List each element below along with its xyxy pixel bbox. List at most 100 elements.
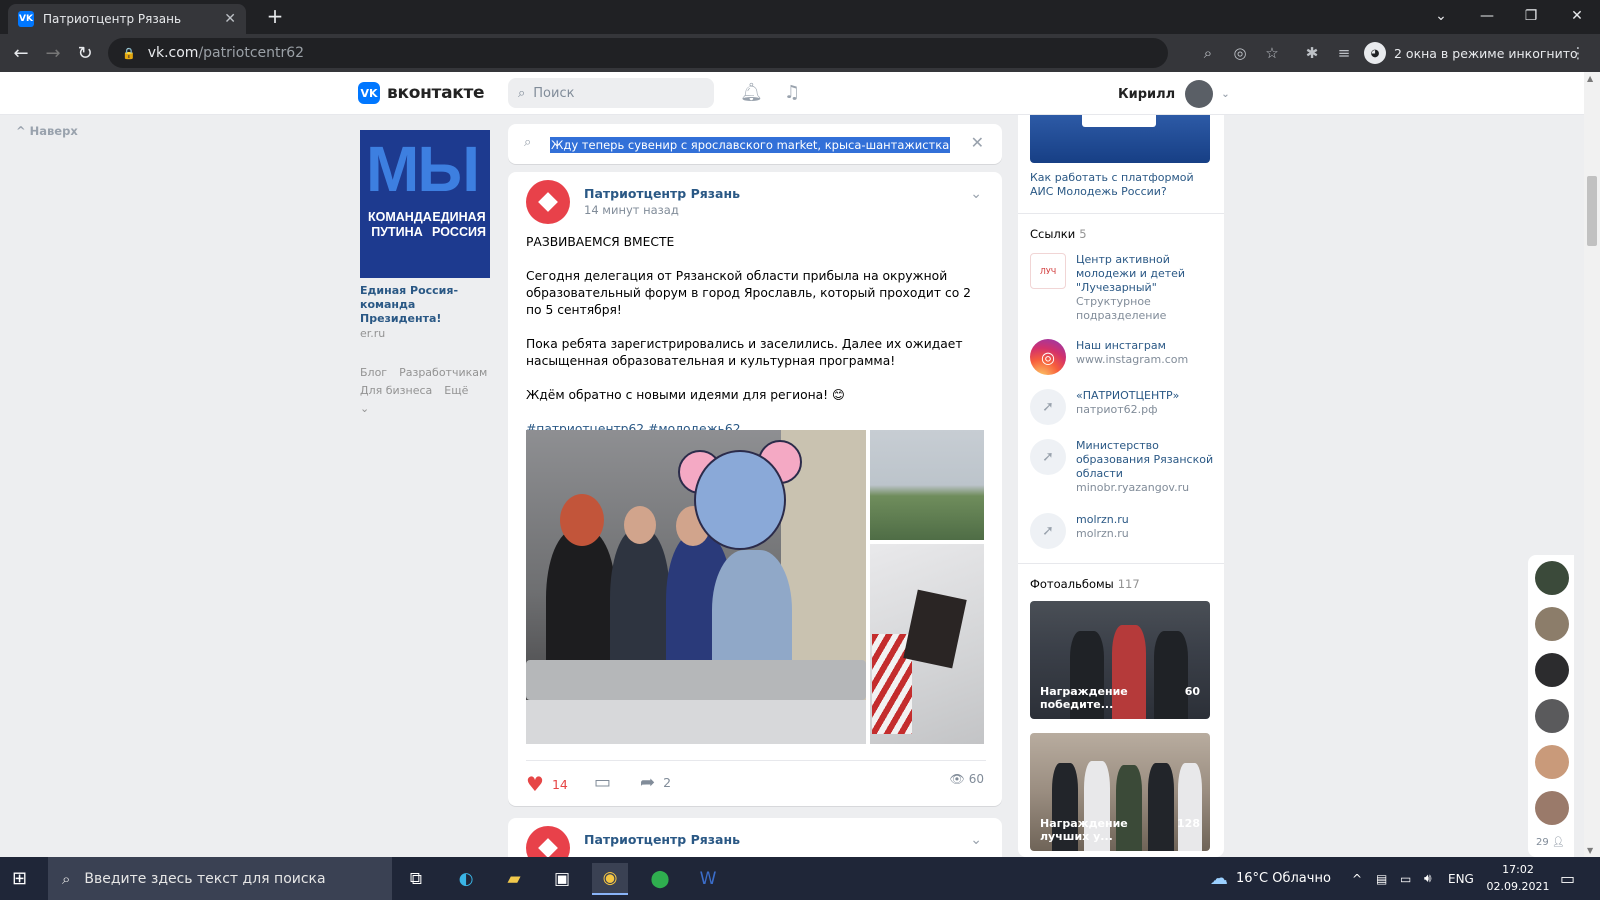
footer-link-business[interactable]: Для бизнеса [360, 384, 432, 397]
taskbar-search-input[interactable]: ⌕ Введите здесь текст для поиска [48, 857, 392, 900]
friends-online-panel: 29 👤︎ [1528, 555, 1574, 857]
incognito-indicator[interactable]: ◕ 2 окна в режиме инкогнито [1364, 38, 1578, 68]
tray-chevron-icon[interactable]: ^ [1352, 857, 1362, 900]
friend-avatar[interactable] [1535, 745, 1569, 779]
cloud-icon: ☁ [1210, 868, 1228, 889]
footer-link-developers[interactable]: Разработчикам [399, 366, 487, 379]
views-counter: 👁︎ 60 [949, 772, 984, 786]
new-tab-button[interactable]: + [262, 4, 288, 30]
minimize-button[interactable]: — [1464, 0, 1510, 32]
extensions-icon[interactable]: ✱ [1300, 40, 1324, 66]
page-scrollbar[interactable]: ▲ ▼ [1584, 72, 1600, 857]
footer-link-blog[interactable]: Блог [360, 366, 387, 379]
photo-album[interactable]: Награждение победите... 60 [1030, 601, 1210, 719]
file-explorer-icon[interactable]: ▰ [496, 863, 532, 895]
eye-icon: 👁︎ [949, 772, 965, 786]
share-button[interactable]: ➦ 2 [640, 772, 671, 793]
word-icon[interactable]: W [690, 863, 726, 895]
address-bar[interactable]: 🔒 vk.com/patriotcentr62 [108, 38, 1168, 68]
language-indicator[interactable]: ENG [1448, 857, 1474, 900]
notifications-icon[interactable]: ▭ [1560, 857, 1575, 900]
post-menu-chevron-icon[interactable]: ⌄ [970, 186, 982, 202]
photo-album[interactable]: Награждение лучших у... 128 [1030, 733, 1210, 851]
friends-online-count[interactable]: 29 👤︎ [1536, 837, 1565, 848]
close-window-button[interactable]: ✕ [1554, 0, 1600, 32]
network-icon[interactable]: ▤ [1376, 857, 1387, 900]
wall-search-box[interactable]: ⌕ Жду теперь сувенир с ярославского mark… [508, 124, 1002, 164]
albums-header[interactable]: Фотоальбомы 117 [1030, 577, 1140, 591]
views-count: 60 [968, 772, 984, 786]
windows-start-icon[interactable]: ⊞ [12, 868, 27, 889]
restore-button[interactable]: ❐ [1508, 0, 1554, 32]
reload-icon[interactable]: ↻ [72, 40, 98, 66]
footer-links: Блог Разработчикам Для бизнеса Ещё ⌄ [360, 364, 490, 418]
link-item[interactable]: ➚ Министерство образования Рязанской обл… [1030, 439, 1214, 495]
luchezarny-logo: ЛУЧ [1030, 253, 1066, 289]
link-item[interactable]: ➚ molrzn.ru molrzn.ru [1030, 513, 1214, 549]
weather-widget[interactable]: ☁ 16°C Облачно [1210, 857, 1331, 900]
album-count: 128 [1177, 817, 1200, 830]
ad-title[interactable]: Единая Россия-команда Президента! [360, 284, 490, 326]
notifications-bell-icon[interactable]: 🔔︎ [740, 82, 763, 103]
post-photo-souvenirs[interactable] [870, 544, 984, 744]
chrome-icon[interactable]: ◉ [592, 863, 628, 895]
vk-search-input[interactable]: ⌕ Поиск [508, 78, 714, 108]
scroll-down-arrow-icon[interactable]: ▼ [1587, 846, 1593, 855]
post-paragraph: Сегодня делегация от Рязанской области п… [526, 269, 971, 317]
links-header[interactable]: Ссылки 5 [1030, 227, 1087, 241]
reading-list-icon[interactable]: ≡ [1332, 40, 1356, 66]
post-author-avatar[interactable] [526, 180, 570, 224]
edge-icon[interactable]: ◐ [448, 863, 484, 895]
link-arrow-icon: ➚ [1030, 389, 1066, 425]
tracking-blocked-icon[interactable]: ◎ [1228, 40, 1252, 66]
comment-button[interactable]: ▭ [594, 772, 611, 793]
back-to-top-link[interactable]: ^ Наверх [16, 124, 78, 138]
vk-logo[interactable]: VK вконтакте [358, 82, 485, 104]
display-icon[interactable]: ▭ [1400, 857, 1411, 900]
ais-caption[interactable]: Как работать с платформой АИС Молодежь Р… [1030, 171, 1214, 199]
volume-icon[interactable]: 🔊︎ [1424, 857, 1432, 900]
ais-banner-image[interactable] [1030, 115, 1210, 163]
user-menu[interactable]: Кирилл ⌄ [1118, 80, 1230, 108]
ad-image[interactable]: МЫ КОМАНДА ПУТИНА ЕДИНАЯ РОССИЯ [360, 130, 490, 278]
wall-search-query[interactable]: Жду теперь сувенир с ярославского market… [550, 137, 951, 153]
scrollbar-thumb[interactable] [1587, 176, 1597, 246]
taskbar-clock[interactable]: 17:02 02.09.2021 [1486, 861, 1550, 895]
menu-icon[interactable]: ⋮ [1566, 40, 1590, 66]
link-title: molrzn.ru [1076, 513, 1129, 526]
ad-image-left-text: КОМАНДА ПУТИНА [368, 210, 432, 239]
music-icon[interactable]: ♫ [784, 82, 800, 103]
friend-avatar[interactable] [1535, 653, 1569, 687]
browser-tab[interactable]: VK Патриотцентр Рязань ✕ [8, 4, 246, 34]
friend-avatar[interactable] [1535, 699, 1569, 733]
close-tab-icon[interactable]: ✕ [224, 11, 236, 27]
user-avatar [1185, 80, 1214, 108]
language-label: ENG [1448, 871, 1474, 886]
link-item[interactable]: ◎ Наш инстаграм www.instagram.com [1030, 339, 1214, 375]
scroll-up-arrow-icon[interactable]: ▲ [1587, 74, 1593, 83]
post-author-name[interactable]: Патриотцентр Рязань [584, 186, 740, 201]
clock-time: 17:02 [1502, 863, 1534, 876]
back-icon[interactable]: ← [8, 40, 34, 66]
like-button[interactable]: ♥ 14 [526, 772, 568, 796]
friend-avatar[interactable] [1535, 791, 1569, 825]
friend-avatar[interactable] [1535, 607, 1569, 641]
task-view-icon[interactable]: ⧉ [398, 863, 434, 895]
post-photo-main[interactable] [526, 430, 866, 744]
bookmark-star-icon[interactable]: ☆ [1260, 40, 1284, 66]
clear-search-icon[interactable]: ✕ [971, 133, 984, 152]
link-item[interactable]: ЛУЧ Центр активной молодежи и детей "Луч… [1030, 253, 1214, 323]
store-icon[interactable]: ▣ [544, 863, 580, 895]
link-item[interactable]: ➚ «ПАТРИОТЦЕНТР» патриот62.рф [1030, 389, 1214, 425]
utorrent-icon[interactable]: ⬤ [642, 863, 678, 895]
post-author-name[interactable]: Патриотцентр Рязань [584, 832, 740, 847]
post-photo-city[interactable] [870, 430, 984, 540]
zoom-icon[interactable]: ⌕ [1196, 40, 1220, 66]
post-menu-chevron-icon[interactable]: ⌄ [970, 832, 982, 848]
album-title: Награждение победите... [1040, 685, 1128, 711]
tab-search-icon[interactable]: ⌄ [1418, 0, 1464, 32]
forward-icon[interactable]: → [40, 40, 66, 66]
link-subtitle: патриот62.рф [1076, 403, 1158, 416]
friend-avatar[interactable] [1535, 561, 1569, 595]
post-timestamp[interactable]: 14 минут назад [584, 203, 679, 217]
